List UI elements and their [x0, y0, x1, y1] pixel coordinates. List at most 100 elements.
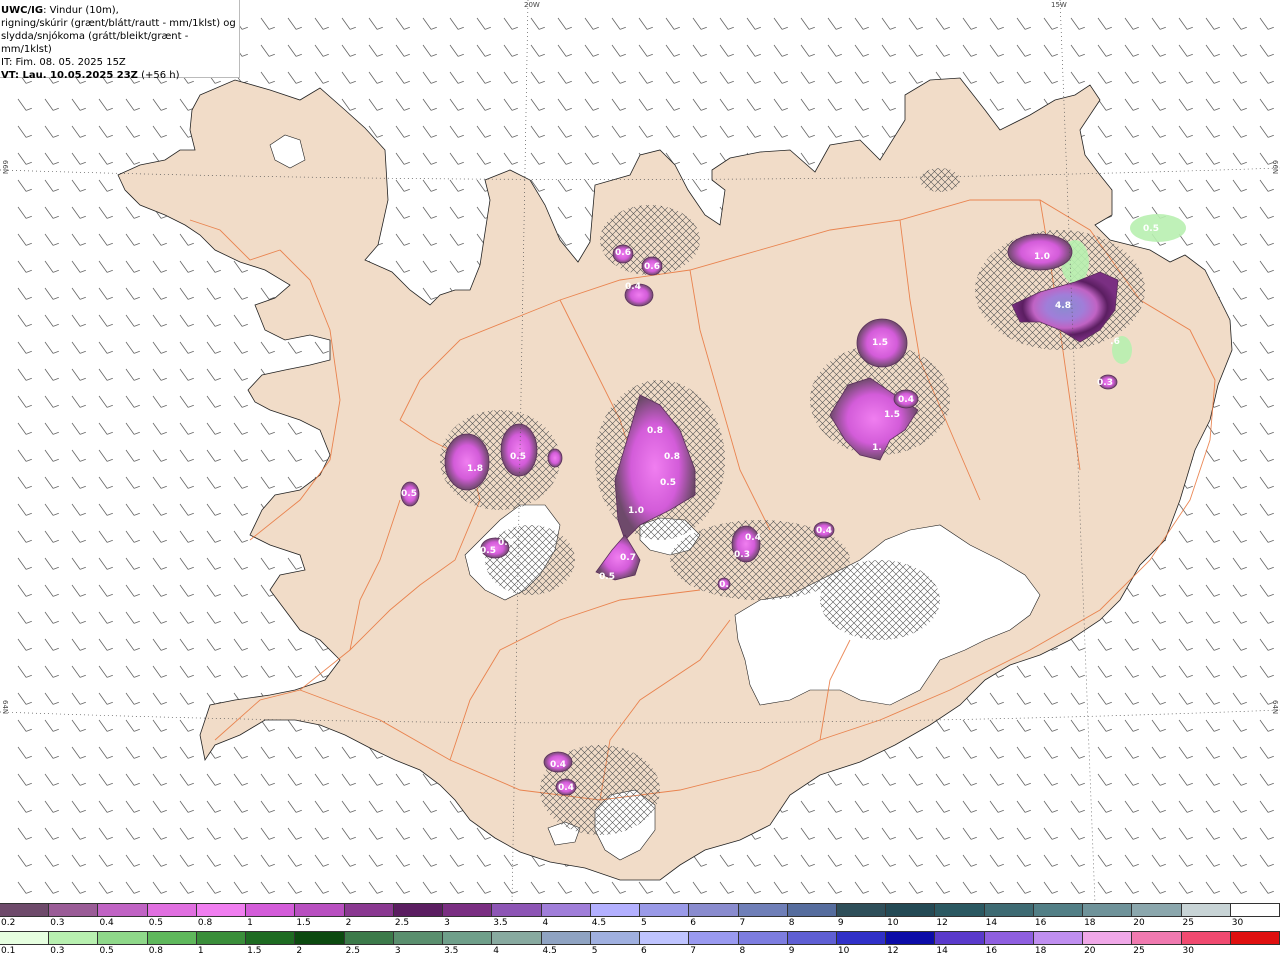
scale-swatch: [640, 904, 690, 916]
scale-swatch: [1181, 904, 1231, 916]
scale-tick-label: 9: [837, 918, 844, 928]
scale-swatch: [196, 904, 247, 916]
precip-value-label: 0.8: [647, 426, 663, 436]
scale-swatch: [984, 904, 1034, 916]
scale-tick-label: 18: [1084, 918, 1096, 928]
title-line: UWC/IG: Vindur (10m),: [1, 4, 239, 17]
precip-value-label: 0.4: [745, 533, 761, 543]
precip-value-label: 1.0: [628, 506, 644, 516]
scale-swatch: [836, 932, 887, 944]
weather-map: 0.5 1.0 4.8.6 0.3 0.6 0.6 0.4 1.5 0.4 1.5 1. 0.8 0.8…: [0, 0, 1280, 903]
scale-tick-label: 8: [788, 918, 795, 928]
snow-scale-bar: [0, 903, 1280, 917]
scale-tick-label: 2: [345, 918, 352, 928]
precip-value-label: 4.8: [1055, 301, 1071, 311]
precip-value-label: 0.3: [734, 550, 750, 560]
scale-tick-label: 1: [197, 946, 204, 956]
precip-value-label: 0.0: [498, 538, 514, 548]
scale-swatch: [935, 932, 985, 944]
scale-swatch: [1083, 904, 1133, 916]
scale-swatch: [0, 932, 50, 944]
scale-swatch: [196, 932, 247, 944]
scale-tick-label: 0.8: [148, 946, 164, 956]
scale-tick-label: 30: [1231, 918, 1244, 928]
precip-value-label: 0.: [719, 580, 729, 590]
scale-tick-label: 0.1: [1, 946, 16, 956]
precip-value-label: 1.5: [872, 338, 888, 348]
scale-swatch: [1033, 932, 1084, 944]
precip-value-label: 0.5: [660, 478, 676, 488]
valid-time-line: VT: Lau. 10.05.2025 23Z (+56 h): [1, 69, 239, 82]
scale-swatch: [541, 932, 591, 944]
scale-tick-label: 6: [641, 946, 647, 956]
scale-swatch: [689, 904, 739, 916]
scale-tick-label: 0.3: [50, 918, 65, 928]
snow-color-scale: 0.2 0.3 0.4 0.5 0.8 1 1.5 2 2.5 3 3.5 4 4.5 5 6 7 8 9 10 12…: [0, 903, 1280, 931]
scale-tick-label: 12: [936, 918, 948, 928]
title-text: : Vindur (10m),: [43, 5, 119, 16]
scale-swatch: [49, 932, 99, 944]
scale-swatch: [984, 932, 1034, 944]
scale-swatch: [295, 932, 345, 944]
scale-tick-label: 5: [591, 946, 598, 956]
precip-value-label: 0.7: [620, 553, 636, 563]
subtitle-line-snow: slydda/snjókoma (grátt/bleikt/grænt - mm…: [1, 31, 189, 55]
precip-value-label: 1.8: [467, 464, 483, 474]
rain-scale-bar: [0, 931, 1280, 945]
precip-value-label: 0.5: [480, 546, 496, 556]
scale-swatch: [393, 904, 444, 916]
scale-swatch: [590, 932, 641, 944]
precip-value-label: 0.4: [558, 783, 574, 793]
scale-tick-label: 25: [1182, 918, 1194, 928]
scale-tick-label: 30: [1182, 946, 1194, 956]
scale-swatch: [1033, 904, 1084, 916]
scale-tick-label: 2: [296, 946, 303, 956]
scale-swatch: [295, 904, 345, 916]
scale-swatch: [935, 904, 985, 916]
scale-swatch: [787, 932, 837, 944]
scale-swatch: [0, 904, 50, 916]
scale-swatch: [443, 932, 493, 944]
scale-swatch: [98, 904, 148, 916]
scale-tick-label: 1: [247, 918, 253, 928]
scale-tick-label: 1.5: [247, 946, 262, 956]
scale-tick-label: 10: [837, 946, 850, 956]
lat-label-66n-right: 66N: [1271, 160, 1279, 175]
scale-tick-label: 20: [1084, 946, 1096, 956]
scale-swatch: [1132, 904, 1182, 916]
init-time: IT: Fim. 08. 05. 2025 15Z: [1, 57, 126, 68]
scale-swatch: [590, 904, 641, 916]
valid-time: VT: Lau. 10.05.2025 23Z: [1, 70, 138, 81]
scale-tick-label: 10: [887, 918, 899, 928]
scale-tick-label: 16: [985, 946, 998, 956]
scale-tick-label: 3: [394, 946, 401, 956]
scale-tick-label: 14: [936, 946, 948, 956]
scale-swatch: [886, 904, 936, 916]
scale-tick-label: 7: [690, 946, 696, 956]
scale-swatch: [49, 904, 99, 916]
scale-swatch: [1083, 932, 1133, 944]
precip-value-label: 0.5: [599, 572, 615, 582]
scale-tick-label: 16: [1034, 918, 1047, 928]
scale-swatch: [1230, 904, 1280, 916]
scale-tick-label: 4.5: [542, 946, 557, 956]
precip-value-label: 0.4: [816, 526, 832, 536]
scale-tick-label: 1.5: [296, 918, 311, 928]
scale-swatch: [689, 932, 739, 944]
scale-swatch: [393, 932, 444, 944]
scale-tick-label: 18: [1034, 946, 1047, 956]
valid-time-offset: (+56 h): [137, 70, 180, 81]
scale-tick-label: 0.8: [197, 918, 213, 928]
precip-value-label: 0.6: [615, 248, 631, 258]
scale-swatch: [738, 904, 788, 916]
scale-swatch: [1132, 932, 1182, 944]
scale-tick-label: 20: [1133, 918, 1145, 928]
precip-value-label: 0.5: [1143, 224, 1159, 234]
scale-swatch: [1181, 932, 1231, 944]
scale-tick-label: 8: [739, 946, 746, 956]
map-info-box: UWC/IG: Vindur (10m), rigning/skúrir (gr…: [0, 0, 240, 81]
scale-swatch: [738, 932, 788, 944]
rain-color-scale: 0.1 0.3 0.5 0.8 1 1.5 2 2.5 3 3.5 4 4.5 5 6 7 8 9 10 12 14 1…: [0, 931, 1280, 959]
scale-tick-label: 0.2: [1, 918, 16, 928]
precip-value-label: 0.5: [510, 452, 526, 462]
